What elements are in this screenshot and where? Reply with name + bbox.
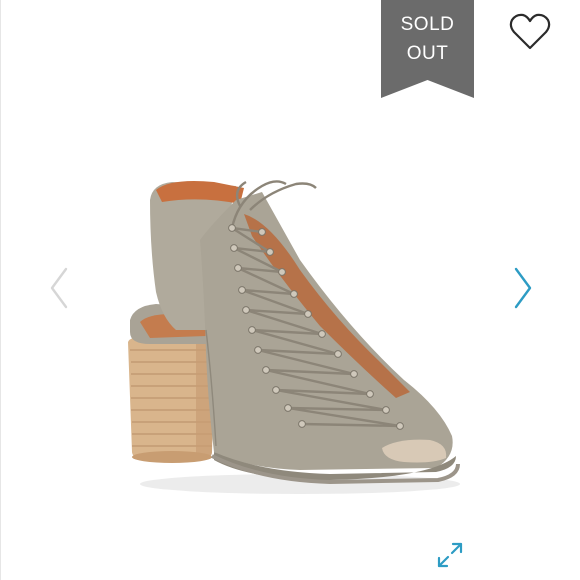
chevron-left-icon (50, 267, 68, 309)
sold-out-line2: OUT (406, 43, 449, 64)
stacked-heel (128, 336, 214, 463)
chevron-right-icon (514, 267, 532, 309)
product-image-viewer: SOLD OUT (0, 0, 580, 580)
expand-image-button[interactable] (435, 540, 465, 570)
like-button[interactable] (508, 12, 552, 52)
heart-outline-icon (509, 13, 551, 50)
sold-out-badge: SOLD OUT (381, 0, 474, 98)
previous-image-button[interactable] (46, 265, 72, 311)
sold-out-line1: SOLD (400, 14, 455, 35)
product-photo (128, 180, 460, 494)
next-image-button[interactable] (510, 265, 536, 311)
expand-diagonal-icon (437, 542, 463, 568)
